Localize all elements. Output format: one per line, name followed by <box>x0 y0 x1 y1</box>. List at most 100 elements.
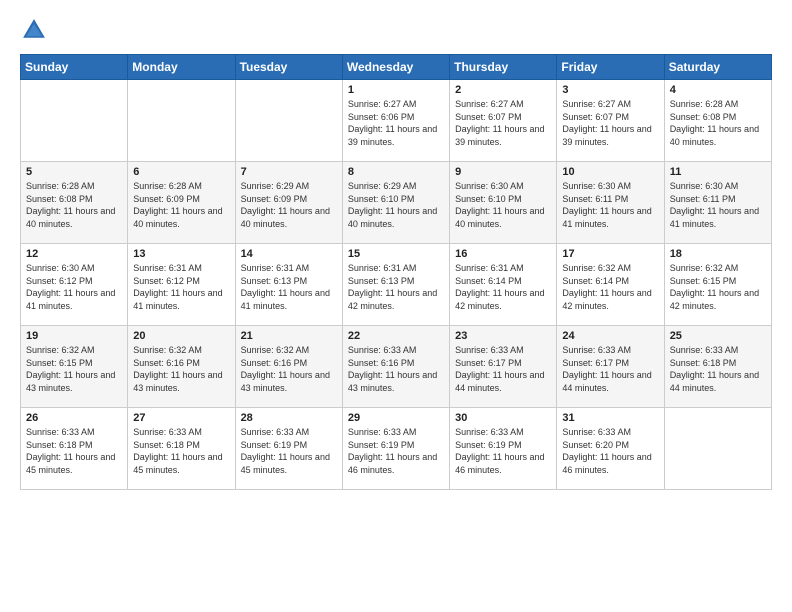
day-info: Sunrise: 6:27 AM Sunset: 6:07 PM Dayligh… <box>455 98 551 148</box>
calendar-cell: 21 Sunrise: 6:32 AM Sunset: 6:16 PM Dayli… <box>235 326 342 408</box>
day-info: Sunrise: 6:31 AM Sunset: 6:13 PM Dayligh… <box>241 262 337 312</box>
day-info: Sunrise: 6:33 AM Sunset: 6:16 PM Dayligh… <box>348 344 444 394</box>
calendar-cell <box>128 80 235 162</box>
day-number: 20 <box>133 330 229 342</box>
day-info: Sunrise: 6:33 AM Sunset: 6:20 PM Dayligh… <box>562 426 658 476</box>
calendar-week-1: 1 Sunrise: 6:27 AM Sunset: 6:06 PM Daylig… <box>21 80 772 162</box>
day-header-wednesday: Wednesday <box>342 55 449 80</box>
calendar-cell: 16 Sunrise: 6:31 AM Sunset: 6:14 PM Dayli… <box>450 244 557 326</box>
calendar-cell: 5Sunrise: 6:28 AM Sunset: 6:08 PM Daylig… <box>21 162 128 244</box>
calendar-cell: 25 Sunrise: 6:33 AM Sunset: 6:18 PM Dayli… <box>664 326 771 408</box>
day-info: Sunrise: 6:32 AM Sunset: 6:16 PM Dayligh… <box>241 344 337 394</box>
day-info: Sunrise: 6:33 AM Sunset: 6:19 PM Dayligh… <box>455 426 551 476</box>
calendar-cell: 24 Sunrise: 6:33 AM Sunset: 6:17 PM Dayli… <box>557 326 664 408</box>
day-info: Sunrise: 6:30 AM Sunset: 6:11 PM Dayligh… <box>562 180 658 230</box>
calendar-cell: 4 Sunrise: 6:28 AM Sunset: 6:08 PM Daylig… <box>664 80 771 162</box>
day-info: Sunrise: 6:33 AM Sunset: 6:18 PM Dayligh… <box>670 344 766 394</box>
calendar-cell: 13Sunrise: 6:31 AM Sunset: 6:12 PM Dayli… <box>128 244 235 326</box>
calendar-cell: 12 Sunrise: 6:30 AM Sunset: 6:12 PM Dayli… <box>21 244 128 326</box>
day-info: Sunrise: 6:27 AM Sunset: 6:07 PM Dayligh… <box>562 98 658 148</box>
day-info: Sunrise: 6:31 AM Sunset: 6:13 PM Dayligh… <box>348 262 444 312</box>
day-number: 1 <box>348 84 444 96</box>
calendar-cell: 15 Sunrise: 6:31 AM Sunset: 6:13 PM Dayli… <box>342 244 449 326</box>
calendar-cell: 23 Sunrise: 6:33 AM Sunset: 6:17 PM Dayli… <box>450 326 557 408</box>
day-number: 18 <box>670 248 766 260</box>
header <box>20 16 772 44</box>
day-header-tuesday: Tuesday <box>235 55 342 80</box>
calendar-cell: 28 Sunrise: 6:33 AM Sunset: 6:19 PM Dayli… <box>235 408 342 490</box>
day-number: 22 <box>348 330 444 342</box>
day-info: Sunrise: 6:33 AM Sunset: 6:19 PM Dayligh… <box>241 426 337 476</box>
logo <box>20 16 52 44</box>
calendar-cell: 1 Sunrise: 6:27 AM Sunset: 6:06 PM Daylig… <box>342 80 449 162</box>
day-number: 3 <box>562 84 658 96</box>
day-info: Sunrise: 6:33 AM Sunset: 6:17 PM Dayligh… <box>455 344 551 394</box>
day-number: 27 <box>133 412 229 424</box>
day-info: Sunrise: 6:33 AM Sunset: 6:17 PM Dayligh… <box>562 344 658 394</box>
calendar-cell <box>664 408 771 490</box>
day-header-saturday: Saturday <box>664 55 771 80</box>
day-number: 15 <box>348 248 444 260</box>
calendar-cell: 8 Sunrise: 6:29 AM Sunset: 6:10 PM Daylig… <box>342 162 449 244</box>
day-info: Sunrise: 6:33 AM Sunset: 6:19 PM Dayligh… <box>348 426 444 476</box>
day-info: Sunrise: 6:33 AM Sunset: 6:18 PM Dayligh… <box>133 426 229 476</box>
calendar-cell: 14 Sunrise: 6:31 AM Sunset: 6:13 PM Dayli… <box>235 244 342 326</box>
day-number: 21 <box>241 330 337 342</box>
day-info: Sunrise: 6:29 AM Sunset: 6:10 PM Dayligh… <box>348 180 444 230</box>
calendar-cell: 31Sunrise: 6:33 AM Sunset: 6:20 PM Dayli… <box>557 408 664 490</box>
calendar-cell: 6Sunrise: 6:28 AM Sunset: 6:09 PM Daylig… <box>128 162 235 244</box>
day-header-thursday: Thursday <box>450 55 557 80</box>
day-number: 4 <box>670 84 766 96</box>
calendar-cell: 19 Sunrise: 6:32 AM Sunset: 6:15 PM Dayli… <box>21 326 128 408</box>
day-header-friday: Friday <box>557 55 664 80</box>
calendar-cell: 18 Sunrise: 6:32 AM Sunset: 6:15 PM Dayli… <box>664 244 771 326</box>
calendar-cell: 20 Sunrise: 6:32 AM Sunset: 6:16 PM Dayli… <box>128 326 235 408</box>
day-info: Sunrise: 6:30 AM Sunset: 6:12 PM Dayligh… <box>26 262 122 312</box>
calendar-cell: 22 Sunrise: 6:33 AM Sunset: 6:16 PM Dayli… <box>342 326 449 408</box>
day-info: Sunrise: 6:32 AM Sunset: 6:15 PM Dayligh… <box>670 262 766 312</box>
day-number: 2 <box>455 84 551 96</box>
day-info: Sunrise: 6:29 AM Sunset: 6:09 PM Dayligh… <box>241 180 337 230</box>
day-number: 19 <box>26 330 122 342</box>
calendar-cell: 17Sunrise: 6:32 AM Sunset: 6:14 PM Dayli… <box>557 244 664 326</box>
calendar-cell: 2 Sunrise: 6:27 AM Sunset: 6:07 PM Daylig… <box>450 80 557 162</box>
day-info: Sunrise: 6:32 AM Sunset: 6:15 PM Dayligh… <box>26 344 122 394</box>
calendar-cell: 10Sunrise: 6:30 AM Sunset: 6:11 PM Dayli… <box>557 162 664 244</box>
day-number: 16 <box>455 248 551 260</box>
day-header-monday: Monday <box>128 55 235 80</box>
day-number: 28 <box>241 412 337 424</box>
calendar-week-2: 5Sunrise: 6:28 AM Sunset: 6:08 PM Daylig… <box>21 162 772 244</box>
day-number: 30 <box>455 412 551 424</box>
day-header-sunday: Sunday <box>21 55 128 80</box>
calendar-cell: 3 Sunrise: 6:27 AM Sunset: 6:07 PM Daylig… <box>557 80 664 162</box>
calendar-cell: 29 Sunrise: 6:33 AM Sunset: 6:19 PM Dayli… <box>342 408 449 490</box>
day-number: 5 <box>26 166 122 178</box>
day-info: Sunrise: 6:32 AM Sunset: 6:16 PM Dayligh… <box>133 344 229 394</box>
day-number: 11 <box>670 166 766 178</box>
day-number: 25 <box>670 330 766 342</box>
logo-icon <box>20 16 48 44</box>
day-info: Sunrise: 6:33 AM Sunset: 6:18 PM Dayligh… <box>26 426 122 476</box>
day-number: 26 <box>26 412 122 424</box>
calendar-week-3: 12 Sunrise: 6:30 AM Sunset: 6:12 PM Dayli… <box>21 244 772 326</box>
calendar-cell: 27 Sunrise: 6:33 AM Sunset: 6:18 PM Dayli… <box>128 408 235 490</box>
day-info: Sunrise: 6:32 AM Sunset: 6:14 PM Dayligh… <box>562 262 658 312</box>
day-info: Sunrise: 6:27 AM Sunset: 6:06 PM Dayligh… <box>348 98 444 148</box>
page: SundayMondayTuesdayWednesdayThursdayFrid… <box>0 0 792 612</box>
day-number: 29 <box>348 412 444 424</box>
day-info: Sunrise: 6:31 AM Sunset: 6:14 PM Dayligh… <box>455 262 551 312</box>
day-number: 24 <box>562 330 658 342</box>
day-number: 7 <box>241 166 337 178</box>
day-info: Sunrise: 6:28 AM Sunset: 6:09 PM Dayligh… <box>133 180 229 230</box>
calendar-cell: 11Sunrise: 6:30 AM Sunset: 6:11 PM Dayli… <box>664 162 771 244</box>
day-number: 14 <box>241 248 337 260</box>
calendar-cell: 26 Sunrise: 6:33 AM Sunset: 6:18 PM Dayli… <box>21 408 128 490</box>
day-info: Sunrise: 6:30 AM Sunset: 6:10 PM Dayligh… <box>455 180 551 230</box>
day-number: 23 <box>455 330 551 342</box>
calendar-cell: 7 Sunrise: 6:29 AM Sunset: 6:09 PM Daylig… <box>235 162 342 244</box>
day-number: 8 <box>348 166 444 178</box>
calendar-week-4: 19 Sunrise: 6:32 AM Sunset: 6:15 PM Dayli… <box>21 326 772 408</box>
day-number: 12 <box>26 248 122 260</box>
day-info: Sunrise: 6:28 AM Sunset: 6:08 PM Dayligh… <box>670 98 766 148</box>
calendar-table: SundayMondayTuesdayWednesdayThursdayFrid… <box>20 54 772 490</box>
